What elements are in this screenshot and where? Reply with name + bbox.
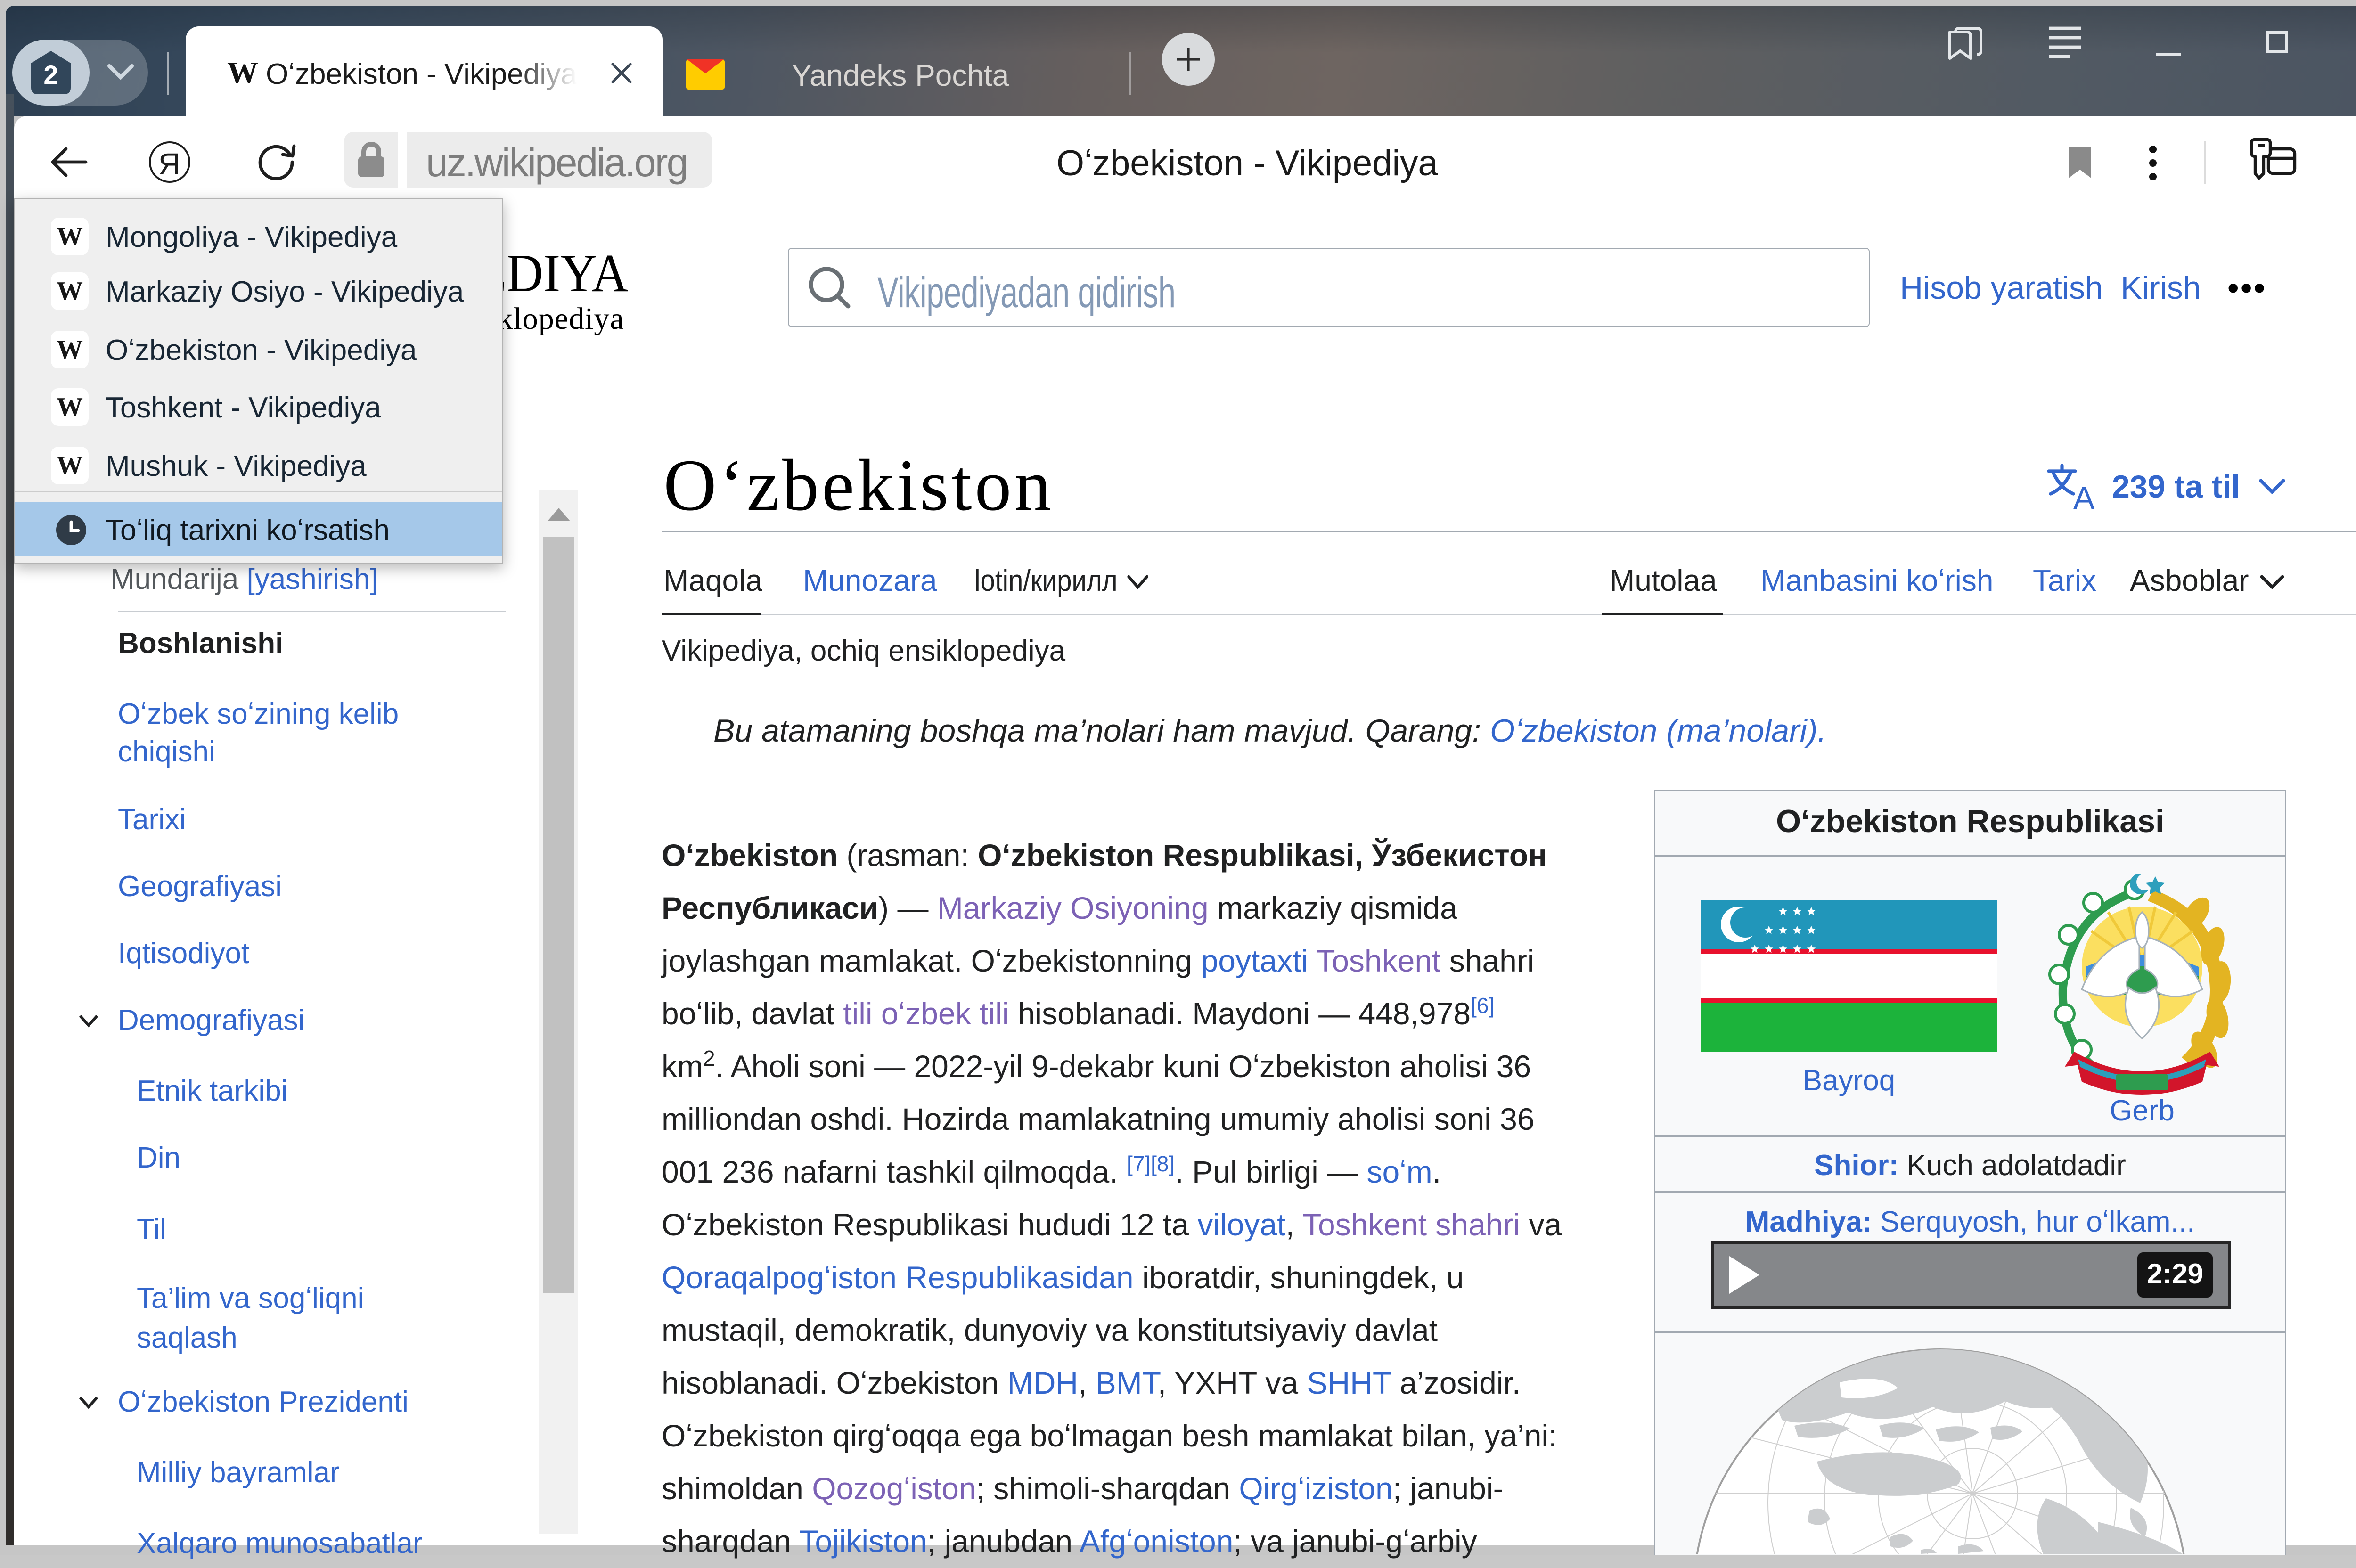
svg-text:A: A	[2073, 480, 2095, 511]
svg-text:2: 2	[43, 60, 58, 90]
